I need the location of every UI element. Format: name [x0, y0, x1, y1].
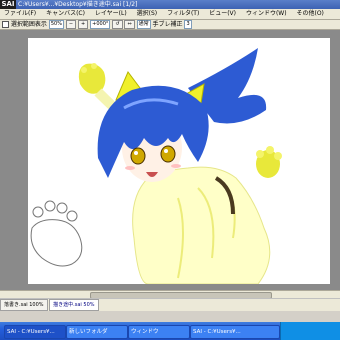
zoom-field[interactable]: 50%: [48, 20, 64, 29]
tab-zoom: 100%: [29, 302, 44, 308]
taskbar-item[interactable]: SAI - C:¥Users¥...: [190, 325, 280, 339]
tab-label: 描き途中.sai: [53, 302, 82, 308]
rotate-button[interactable]: ↺: [112, 20, 123, 29]
menu-window[interactable]: ウィンドウ(W): [242, 10, 291, 17]
selection-label: 選択範囲表示: [10, 21, 47, 28]
app-logo: SAI: [0, 0, 16, 9]
taskbar-item[interactable]: 新しいフォルダ: [66, 325, 128, 339]
tab-zoom: 50%: [83, 302, 95, 308]
menu-select[interactable]: 選択(S): [133, 10, 162, 17]
artwork: [30, 48, 282, 285]
flip-button[interactable]: ⇔: [124, 20, 135, 29]
right-paw: [256, 146, 282, 178]
tab-label: 落書き.sai: [4, 302, 28, 308]
menu-bar: ファイル(F) キャンバス(C) レイヤー(L) 選択(S) フィルタ(T) ビ…: [0, 9, 340, 20]
taskbar: SAI - C:¥Users¥... 新しいフォルダ ウィンドウ SAI - C…: [0, 322, 340, 340]
menu-filter[interactable]: フィルタ(T): [163, 10, 203, 17]
menu-view[interactable]: ビュー(V): [205, 10, 240, 17]
menu-canvas[interactable]: キャンバス(C): [42, 10, 89, 17]
file-tabs: 落書き.sai 100% 描き途中.sai 50%: [0, 298, 340, 311]
mode-select[interactable]: 通常: [136, 20, 151, 29]
stabilizer-select[interactable]: 3: [184, 20, 192, 29]
window-title: C:¥Users¥...¥Desktop¥描き途中.sai [1/2]: [18, 1, 138, 8]
tab-kakitochu[interactable]: 描き途中.sai 50%: [49, 299, 99, 311]
zoom-out-button[interactable]: −: [65, 20, 77, 29]
right-eye: [160, 145, 176, 163]
horizontal-scrollbar[interactable]: [0, 290, 340, 299]
title-bar: SAI C:¥Users¥...¥Desktop¥描き途中.sai [1/2]: [0, 0, 340, 9]
angle-field[interactable]: +000°: [90, 20, 111, 29]
stabilizer-label: 手ブレ補正: [152, 21, 183, 28]
menu-file[interactable]: ファイル(F): [0, 10, 40, 17]
left-eye: [130, 147, 146, 165]
paw-sketch: [30, 200, 83, 267]
cloth: [132, 166, 271, 285]
system-tray: [280, 322, 340, 340]
status-strip: [0, 311, 340, 322]
taskbar-item[interactable]: ウィンドウ: [128, 325, 190, 339]
zoom-in-button[interactable]: +: [78, 20, 89, 29]
taskbar-item[interactable]: SAI - C:¥Users¥...: [4, 325, 66, 339]
canvas-area: [0, 30, 340, 290]
canvas[interactable]: [28, 38, 330, 285]
tab-rakugaki[interactable]: 落書き.sai 100%: [0, 299, 48, 311]
toolbar: 選択範囲表示 50% − + +000° ↺ ⇔ 通常 手ブレ補正 3: [0, 20, 340, 30]
menu-other[interactable]: その他(O): [292, 10, 327, 17]
selection-checkbox[interactable]: [2, 21, 9, 28]
menu-layer[interactable]: レイヤー(L): [91, 10, 131, 17]
